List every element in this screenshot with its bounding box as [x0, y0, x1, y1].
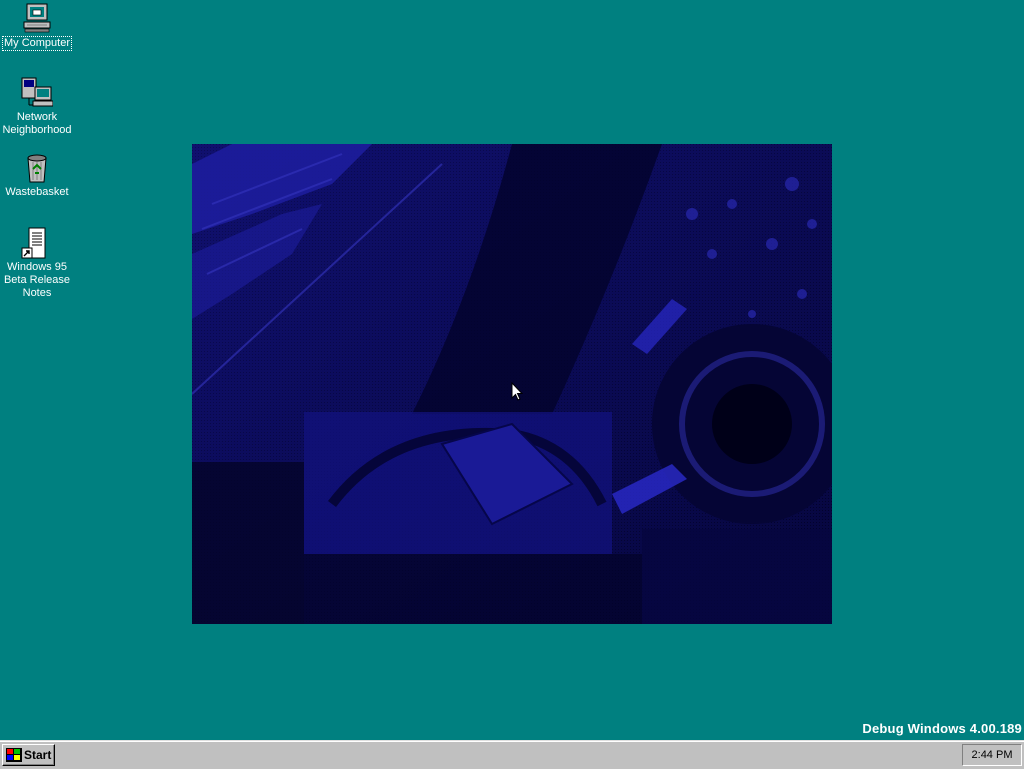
- desktop-icon-release-notes[interactable]: Windows 95 Beta Release Notes: [0, 227, 74, 300]
- desktop-icon-my-computer[interactable]: My Computer: [0, 2, 74, 51]
- desktop-icon-network-neighborhood[interactable]: Network Neighborhood: [0, 77, 74, 137]
- system-tray[interactable]: 2:44 PM: [962, 744, 1022, 766]
- mouse-pointer-icon: [511, 382, 523, 401]
- desktop[interactable]: My Computer Network Neighborhood Wasteba…: [0, 0, 1024, 740]
- my-computer-icon: [23, 3, 51, 33]
- start-button-label: Start: [24, 748, 52, 762]
- desktop-icon-label: Wastebasket: [5, 186, 69, 198]
- desktop-icon-wastebasket[interactable]: Wastebasket: [0, 152, 74, 199]
- wastebasket-icon: [27, 154, 47, 183]
- clock[interactable]: 2:44 PM: [972, 749, 1013, 761]
- desktop-icon-label: My Computer: [1, 36, 73, 51]
- start-button[interactable]: Start: [2, 744, 55, 766]
- desktop-icon-label: Network Neighborhood: [2, 111, 72, 136]
- network-neighborhood-icon: [21, 77, 53, 107]
- windows-logo-icon: [6, 748, 22, 762]
- taskbar: Start 2:44 PM: [0, 740, 1024, 769]
- release-notes-shortcut-icon: [21, 227, 46, 259]
- desktop-icon-label: Windows 95 Beta Release Notes: [3, 261, 71, 299]
- debug-version-text: Debug Windows 4.00.189: [862, 721, 1022, 736]
